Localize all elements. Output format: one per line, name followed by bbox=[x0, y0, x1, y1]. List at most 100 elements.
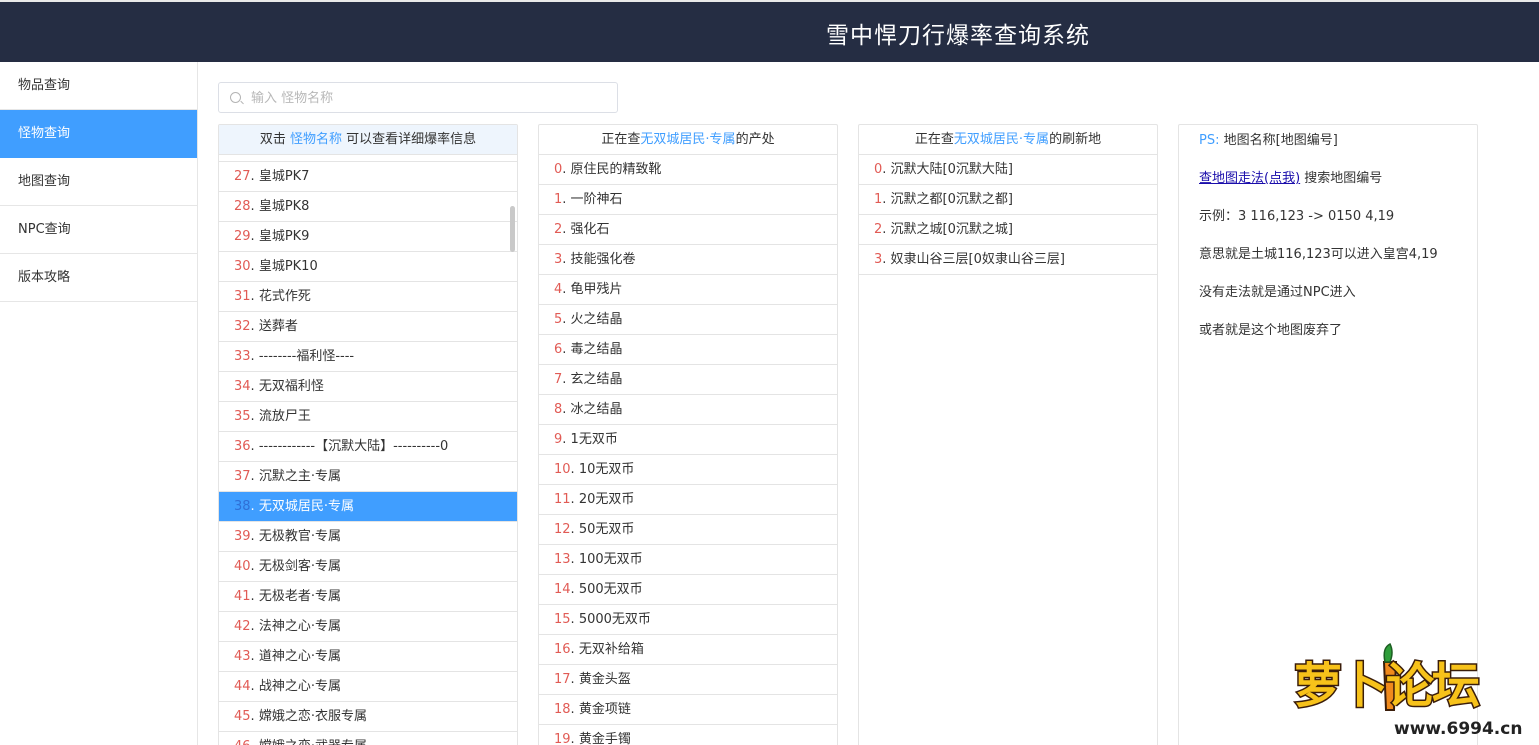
list-item[interactable]: 12. 50无双币 bbox=[539, 515, 837, 545]
header-highlight: 怪物名称 bbox=[289, 132, 342, 147]
list-item[interactable]: 46. 嫦娥之恋·武器专属 bbox=[219, 732, 517, 745]
list-item-name: 玄之结晶 bbox=[570, 372, 623, 387]
list-item[interactable]: 31. 花式作死 bbox=[219, 282, 517, 312]
list-item[interactable]: 32. 送葬者 bbox=[219, 312, 517, 342]
list-item[interactable]: 15. 5000无双币 bbox=[539, 605, 837, 635]
map-route-suffix: 搜索地图编号 bbox=[1300, 171, 1383, 186]
list-item-index: 46 bbox=[234, 739, 251, 745]
list-item-separator: . bbox=[250, 169, 259, 184]
list-item-name: 一阶神石 bbox=[570, 192, 623, 207]
site-watermark-logo: 萝卜论坛 www.6994.cn bbox=[1293, 642, 1522, 739]
monster-list-scrollbar[interactable] bbox=[510, 206, 515, 252]
list-item[interactable]: 27. 皇城PK7 bbox=[219, 162, 517, 192]
list-item-separator: . bbox=[250, 289, 259, 304]
list-item[interactable]: 40. 无极剑客·专属 bbox=[219, 552, 517, 582]
info-content: PS: 地图名称[地图编号] 查地图走法(点我) 搜索地图编号 示例：3 116… bbox=[1179, 125, 1477, 365]
list-item[interactable]: 43. 道神之心·专属 bbox=[219, 642, 517, 672]
list-item-name: 沉默之主·专属 bbox=[258, 469, 341, 484]
list-item[interactable]: 9. 1无双币 bbox=[539, 425, 837, 455]
list-item[interactable]: 34. 无双福利怪 bbox=[219, 372, 517, 402]
list-item[interactable]: 36. ------------【沉默大陆】----------0 bbox=[219, 432, 517, 462]
list-item[interactable]: 1. 沉默之都[0沉默之都] bbox=[859, 185, 1157, 215]
list-item[interactable]: 3. 奴隶山谷三层[0奴隶山谷三层] bbox=[859, 245, 1157, 275]
list-item-separator: . bbox=[562, 192, 571, 207]
list-item-name: 皇城PK9 bbox=[258, 229, 310, 244]
sidebar-item-monster-query[interactable]: 怪物查询 bbox=[0, 110, 197, 158]
list-item[interactable]: 19. 黄金手镯 bbox=[539, 725, 837, 745]
list-item-separator: . bbox=[882, 192, 891, 207]
list-item[interactable]: 0. 沉默大陆[0沉默大陆] bbox=[859, 155, 1157, 185]
list-item[interactable]: 38. 无双城居民·专属 bbox=[219, 492, 517, 522]
monster-search-input[interactable] bbox=[251, 88, 611, 108]
list-item-name: --------福利怪---- bbox=[258, 349, 355, 364]
list-item[interactable]: 30. 皇城PK10 bbox=[219, 252, 517, 282]
list-item-name: ------------【沉默大陆】----------0 bbox=[258, 439, 449, 454]
list-item-index: 34 bbox=[234, 379, 251, 394]
map-route-link[interactable]: 查地图走法(点我) bbox=[1199, 171, 1300, 186]
list-item-separator: . bbox=[562, 432, 571, 447]
info-line: 示例：3 116,123 -> 0150 4,19 bbox=[1199, 209, 1395, 224]
list-item[interactable]: 8. 冰之结晶 bbox=[539, 395, 837, 425]
list-item[interactable]: 5. 火之结晶 bbox=[539, 305, 837, 335]
list-item[interactable]: 11. 20无双币 bbox=[539, 485, 837, 515]
list-item[interactable]: 39. 无极教官·专属 bbox=[219, 522, 517, 552]
list-item[interactable]: 0. 原住民的精致靴 bbox=[539, 155, 837, 185]
list-item[interactable]: 16. 无双补给箱 bbox=[539, 635, 837, 665]
list-item-separator: . bbox=[250, 439, 259, 454]
list-item[interactable]: 4. 龟甲残片 bbox=[539, 275, 837, 305]
list-item-separator: . bbox=[570, 582, 579, 597]
list-item-name: 强化石 bbox=[570, 222, 610, 237]
list-item-separator: . bbox=[562, 252, 571, 267]
list-item-name: 皇城PK7 bbox=[258, 169, 310, 184]
list-item[interactable]: 2. 强化石 bbox=[539, 215, 837, 245]
sidebar-item-guide[interactable]: 版本攻略 bbox=[0, 254, 197, 302]
list-item[interactable]: 28. 皇城PK8 bbox=[219, 192, 517, 222]
list-item[interactable]: 42. 法神之心·专属 bbox=[219, 612, 517, 642]
list-item-separator: . bbox=[562, 372, 571, 387]
monster-list: 26. 皇城PK627. 皇城PK728. 皇城PK829. 皇城PK930. … bbox=[219, 132, 517, 745]
list-item[interactable]: 13. 100无双币 bbox=[539, 545, 837, 575]
info-line: 没有走法就是通过NPC进入 bbox=[1199, 285, 1356, 300]
list-item[interactable]: 17. 黄金头盔 bbox=[539, 665, 837, 695]
list-item[interactable]: 7. 玄之结晶 bbox=[539, 365, 837, 395]
list-item[interactable]: 33. --------福利怪---- bbox=[219, 342, 517, 372]
header-prefix: 双击 bbox=[259, 132, 290, 147]
list-item[interactable]: 10. 10无双币 bbox=[539, 455, 837, 485]
list-item-name: 火之结晶 bbox=[570, 312, 623, 327]
list-item[interactable]: 14. 500无双币 bbox=[539, 575, 837, 605]
list-item-index: 35 bbox=[234, 409, 251, 424]
list-item[interactable]: 45. 嫦娥之恋·衣服专属 bbox=[219, 702, 517, 732]
sidebar-item-item-query[interactable]: 物品查询 bbox=[0, 62, 197, 110]
sidebar-item-npc-query[interactable]: NPC查询 bbox=[0, 206, 197, 254]
list-item-index: 29 bbox=[234, 229, 251, 244]
list-item-name: 沉默之都[0沉默之都] bbox=[890, 192, 1013, 207]
list-item-separator: . bbox=[250, 349, 259, 364]
list-item[interactable]: 3. 技能强化卷 bbox=[539, 245, 837, 275]
list-item-name: 无极教官·专属 bbox=[258, 529, 341, 544]
list-item-separator: . bbox=[250, 589, 259, 604]
list-item[interactable]: 41. 无极老者·专属 bbox=[219, 582, 517, 612]
list-item-name: 奴隶山谷三层[0奴隶山谷三层] bbox=[890, 252, 1065, 267]
list-item[interactable]: 2. 沉默之城[0沉默之城] bbox=[859, 215, 1157, 245]
list-item-name: 花式作死 bbox=[258, 289, 311, 304]
list-item-name: 皇城PK8 bbox=[258, 199, 310, 214]
list-item-name: 10无双币 bbox=[578, 462, 635, 477]
sidebar-item-map-query[interactable]: 地图查询 bbox=[0, 158, 197, 206]
top-header: 雪中悍刀行爆率查询系统 bbox=[0, 0, 1539, 62]
list-item[interactable]: 37. 沉默之主·专属 bbox=[219, 462, 517, 492]
list-item-separator: . bbox=[562, 312, 571, 327]
list-item-name: 黄金项链 bbox=[578, 702, 631, 717]
list-item-name: 送葬者 bbox=[258, 319, 298, 334]
list-item[interactable]: 18. 黄金项链 bbox=[539, 695, 837, 725]
list-item[interactable]: 1. 一阶神石 bbox=[539, 185, 837, 215]
list-item-separator: . bbox=[250, 649, 259, 664]
list-item-separator: . bbox=[570, 552, 579, 567]
list-item[interactable]: 44. 战神之心·专属 bbox=[219, 672, 517, 702]
list-item-index: 37 bbox=[234, 469, 251, 484]
list-item[interactable]: 6. 毒之结晶 bbox=[539, 335, 837, 365]
list-item[interactable]: 29. 皇城PK9 bbox=[219, 222, 517, 252]
list-item-name: 嫦娥之恋·武器专属 bbox=[259, 739, 367, 745]
drops-panel: 正在查无双城居民·专属的产处 0. 原住民的精致靴 1. 一阶神石 2. 强化石 3.… bbox=[538, 124, 838, 745]
list-item-index: 41 bbox=[234, 589, 251, 604]
list-item[interactable]: 35. 流放尸王 bbox=[219, 402, 517, 432]
